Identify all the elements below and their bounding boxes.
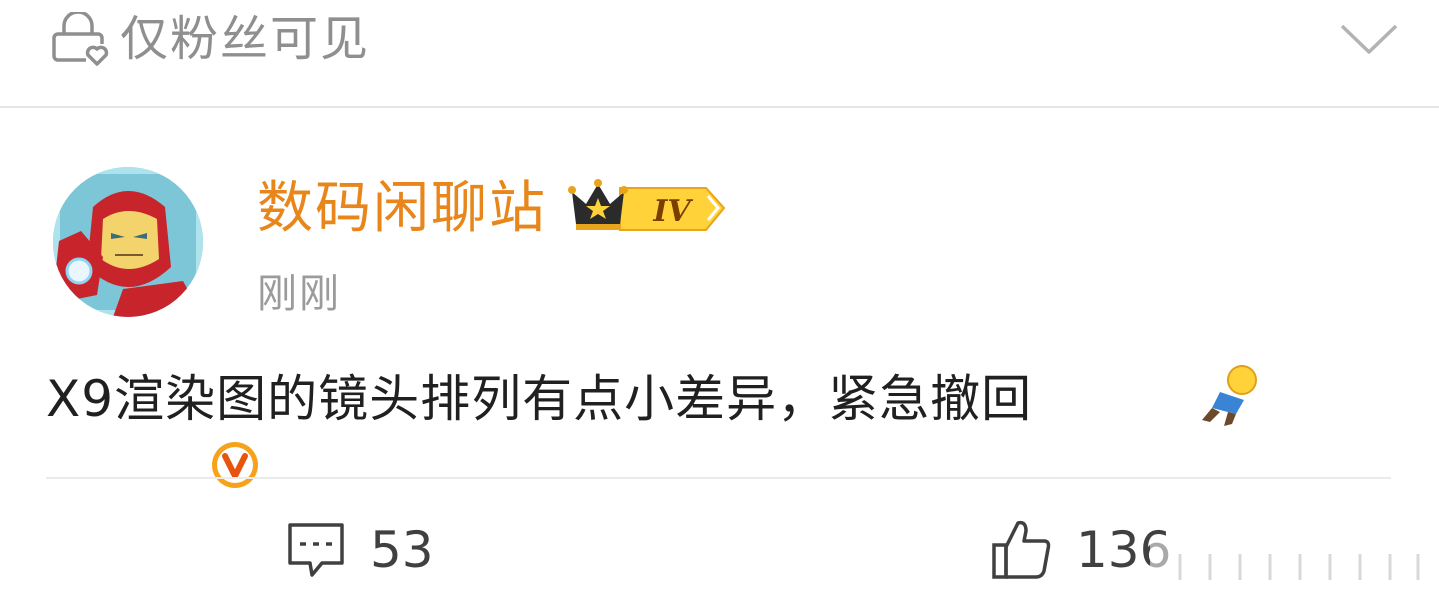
post-text: X9渲染图的镜头排列有点小差异，紧急撤回 bbox=[46, 370, 1033, 428]
comment-count: 53 bbox=[370, 521, 434, 579]
author-name[interactable]: 数码闲聊站 bbox=[257, 176, 547, 242]
vip-level-text: IV bbox=[652, 194, 693, 229]
weibo-post-card: 仅粉丝可见 数码闲聊站 IV 刚刚 X9渲染图的镜头排列有点小差异，紧急撤回 5… bbox=[0, 0, 1439, 608]
iron-man-avatar-image bbox=[53, 167, 203, 317]
comment-icon bbox=[288, 523, 344, 577]
divider bbox=[46, 477, 1391, 479]
vip-level-badge[interactable]: IV bbox=[568, 178, 728, 236]
avatar[interactable] bbox=[53, 167, 262, 492]
fleeing-person-emoji bbox=[1202, 365, 1257, 426]
chevron-down-icon[interactable] bbox=[1338, 18, 1400, 58]
post-time: 刚刚 bbox=[257, 271, 341, 317]
comment-button[interactable]: 53 bbox=[284, 515, 484, 585]
visibility-header: 仅粉丝可见 bbox=[0, 0, 1439, 108]
fans-lock-icon bbox=[52, 12, 109, 66]
crown-icon bbox=[568, 179, 628, 230]
visibility-label: 仅粉丝可见 bbox=[120, 11, 371, 67]
watermark-overlay bbox=[1150, 540, 1430, 590]
thumbs-up-icon bbox=[992, 520, 1051, 579]
verified-badge-icon bbox=[208, 438, 262, 492]
